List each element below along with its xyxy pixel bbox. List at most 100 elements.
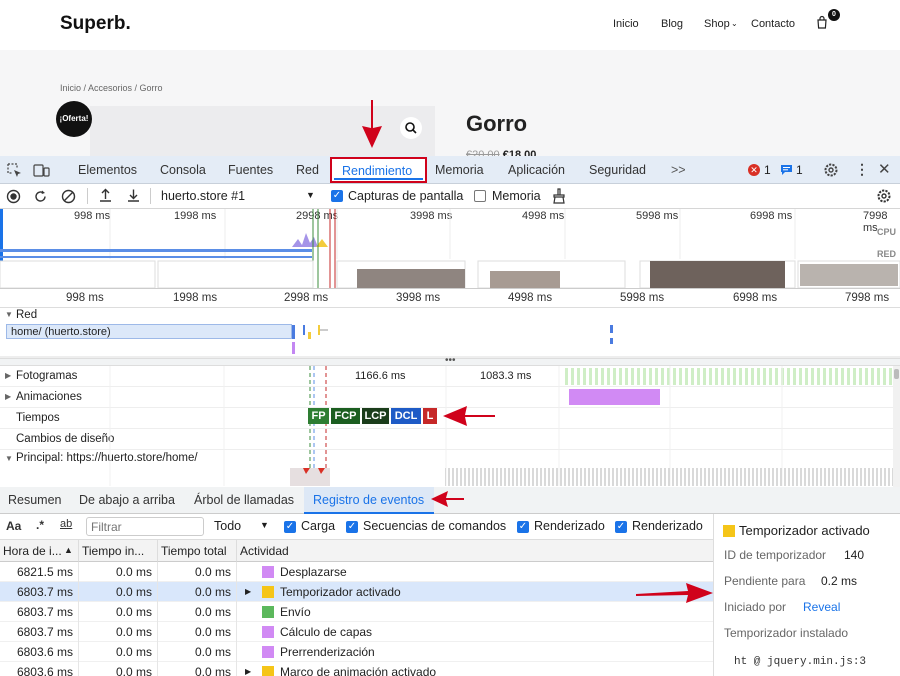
clear-icon[interactable] [61, 189, 76, 204]
record-icon[interactable] [6, 189, 21, 204]
message-icon[interactable] [780, 164, 793, 176]
split-resizer[interactable]: ••• [0, 355, 900, 366]
error-icon[interactable]: ✕ [748, 164, 760, 176]
tab-seguridad[interactable]: Seguridad [589, 163, 646, 177]
carga-checkbox[interactable]: ✓ [284, 521, 296, 533]
tab-registro-de-eventos[interactable]: Registro de eventos [304, 487, 434, 514]
filter-input[interactable] [86, 517, 204, 536]
tab-red[interactable]: Red [296, 163, 319, 177]
table-row[interactable]: 6803.6 ms 0.0 ms 0.0 ms Prerrenderización [0, 642, 713, 662]
nav-inicio[interactable]: Inicio [613, 18, 639, 30]
event-log-filter-bar: Aa .* ab Todo ▼ ✓ Carga ✓ Secuencias de … [0, 514, 713, 540]
ruler-tick: 4998 ms [508, 292, 553, 304]
timing-mark-fcp[interactable]: FCP [331, 408, 360, 424]
tab-fuentes[interactable]: Fuentes [228, 163, 273, 177]
timeline-overview[interactable]: 998 ms 1998 ms 2998 ms 3998 ms 4998 ms 5… [0, 209, 900, 289]
pending-label: Pendiente para [724, 574, 806, 588]
download-icon[interactable] [126, 188, 141, 204]
chevron-down-icon: ⌄ [731, 19, 738, 28]
regex-icon[interactable]: .* [36, 518, 44, 532]
sale-badge: ¡Oferta! [56, 101, 92, 137]
whole-word-icon[interactable]: ab [60, 518, 72, 530]
tab-de-abajo-a-arriba[interactable]: De abajo a arriba [79, 493, 175, 507]
tab-elementos[interactable]: Elementos [78, 163, 137, 177]
tab-resumen[interactable]: Resumen [8, 493, 62, 507]
rendering-label: Renderizado [534, 519, 605, 533]
timing-mark-fp[interactable]: FP [308, 408, 329, 424]
inspect-element-icon[interactable] [7, 163, 22, 178]
table-row[interactable]: 6803.7 ms 0.0 ms 0.0 ms Cálculo de capas [0, 622, 713, 642]
pending-value: 0.2 ms [821, 574, 858, 588]
details-title: Temporizador activado [739, 523, 870, 538]
site-logo[interactable]: Superb. [60, 13, 131, 35]
cell-self-time: 0.0 ms [115, 645, 152, 659]
website-preview: Superb. Inicio Blog Shop ⌄ Contacto 0 In… [0, 0, 900, 161]
ruler-tick: 998 ms [66, 292, 104, 304]
nav-shop[interactable]: Shop [704, 18, 730, 30]
timer-id-label: ID de temporizador [724, 548, 827, 562]
toolbar-divider [150, 188, 151, 204]
scrollbar-thumb[interactable] [894, 369, 899, 379]
filter-select[interactable]: Todo ▼ [214, 519, 269, 533]
timing-mark-dcl[interactable]: DCL [391, 408, 421, 424]
cell-activity: Desplazarse [280, 565, 347, 579]
annotation-arrow-right-icon [636, 583, 713, 603]
tab-aplicacion[interactable]: Aplicación [508, 163, 565, 177]
timing-mark-lcp[interactable]: LCP [362, 408, 389, 424]
cart-count-badge: 0 [828, 9, 840, 21]
device-toolbar-icon[interactable] [33, 163, 50, 178]
tracks-scrollbar[interactable] [893, 366, 900, 487]
ruler-tick: 3998 ms [396, 292, 441, 304]
table-row[interactable]: 6803.7 ms 0.0 ms 0.0 ms Envío [0, 602, 713, 622]
initiator-link[interactable]: Reveal [803, 600, 840, 614]
tab-arbol-de-llamadas[interactable]: Árbol de llamadas [194, 493, 294, 507]
tab-consola[interactable]: Consola [160, 163, 206, 177]
table-row[interactable]: 6821.5 ms 0.0 ms 0.0 ms Desplazarse [0, 562, 713, 582]
breadcrumb[interactable]: Inicio / Accesorios / Gorro [60, 83, 163, 93]
match-case-icon[interactable]: Aa [6, 519, 21, 533]
column-total-time[interactable]: Tiempo total [158, 540, 237, 562]
kebab-menu-icon[interactable]: ⋮ [855, 161, 869, 178]
tab-memoria[interactable]: Memoria [435, 163, 484, 177]
event-details-panel: Temporizador activado ID de temporizador… [713, 514, 900, 676]
cell-activity: Envío [280, 605, 311, 619]
garbage-collect-icon[interactable] [552, 188, 566, 204]
screenshots-checkbox[interactable]: ✓ [331, 190, 343, 202]
close-icon[interactable]: ✕ [878, 160, 891, 178]
gear-icon[interactable] [823, 162, 839, 178]
cell-start-time: 6803.7 ms [16, 605, 73, 619]
tab-rendimiento-label: Rendimiento [342, 164, 413, 178]
cart-icon[interactable] [815, 15, 829, 29]
expand-triangle-icon[interactable]: ▶ [245, 667, 251, 676]
scripting-checkbox[interactable]: ✓ [346, 521, 358, 533]
annotation-arrow-left-icon [443, 406, 495, 426]
event-color-swatch [723, 525, 735, 537]
capture-settings-gear-icon[interactable] [876, 188, 892, 204]
cell-start-time: 6803.6 ms [16, 665, 73, 676]
upload-icon[interactable] [98, 188, 113, 204]
painting-checkbox[interactable]: ✓ [615, 521, 627, 533]
column-self-time[interactable]: Tiempo in... [79, 540, 158, 562]
table-row[interactable]: 6803.6 ms 0.0 ms 0.0 ms ▶ Marco de animación… [0, 662, 713, 676]
rendering-checkbox[interactable]: ✓ [517, 521, 529, 533]
cell-start-time: 6803.6 ms [16, 645, 73, 659]
expand-triangle-icon[interactable]: ▶ [245, 587, 251, 596]
timing-mark-load[interactable]: L [423, 408, 437, 424]
active-tab-indicator [334, 178, 423, 180]
tab-rendimiento[interactable]: Rendimiento [330, 157, 427, 183]
annotation-arrow-down-icon [362, 100, 382, 148]
overview-chart [0, 209, 900, 288]
more-tabs-button[interactable]: >> [671, 163, 686, 177]
memory-checkbox[interactable] [474, 190, 486, 202]
reload-record-icon[interactable] [33, 189, 48, 204]
activity-color-swatch [262, 586, 274, 598]
profile-select[interactable]: huerto.store #1 ▼ [161, 189, 321, 204]
nav-contacto[interactable]: Contacto [751, 18, 795, 30]
network-track[interactable]: ▼ Red home/ (huerto.store) [0, 308, 900, 358]
column-start-time[interactable]: Hora de i... ▲ [0, 540, 79, 562]
column-activity[interactable]: Actividad [237, 540, 713, 562]
table-row[interactable]: 6803.7 ms 0.0 ms 0.0 ms ▶ Temporizador activ… [0, 582, 713, 602]
stack-frame-link[interactable]: ht @ jquery.min.js:3 [734, 656, 866, 668]
zoom-button[interactable] [400, 117, 422, 139]
nav-blog[interactable]: Blog [661, 18, 683, 30]
